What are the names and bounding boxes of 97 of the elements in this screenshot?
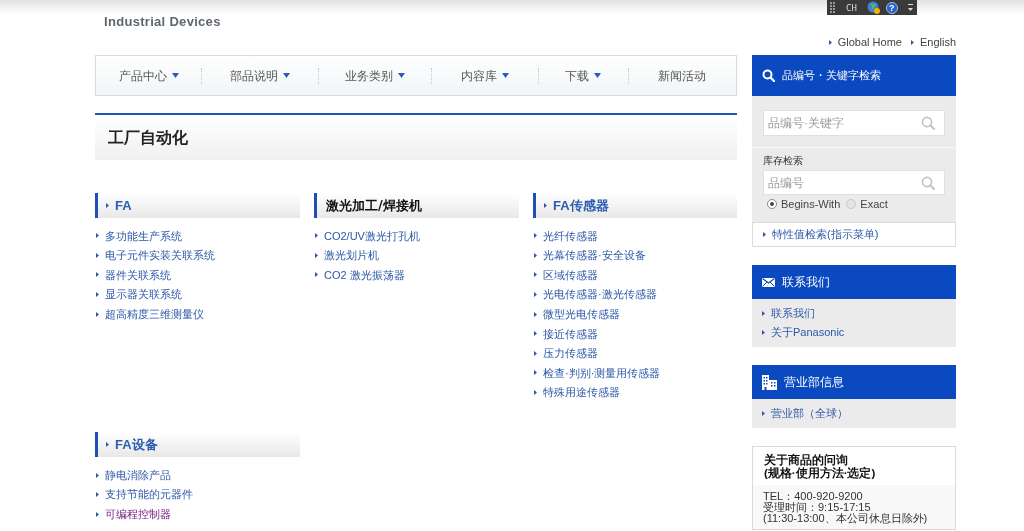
radio-label: Exact <box>860 196 888 212</box>
link[interactable]: 关于Panasonic <box>762 323 845 342</box>
triangle-bullet-icon <box>534 390 537 396</box>
triangle-bullet-icon <box>763 232 766 237</box>
radio-button[interactable] <box>767 199 777 209</box>
search-field[interactable]: 品编号·关键字 <box>763 110 945 136</box>
search-icon <box>762 69 775 82</box>
envelope-icon <box>762 277 775 287</box>
panel-title: 营业部信息 <box>784 374 844 391</box>
link[interactable]: 微型光电传感器 <box>534 304 620 324</box>
triangle-bullet-icon <box>910 39 914 45</box>
caret-icon <box>171 73 179 78</box>
inquiry-title: (规格·使用方法·选定) <box>764 467 876 480</box>
nav-menu-item[interactable]: 业务类别 <box>345 66 406 85</box>
link[interactable]: 静电消除产品 <box>96 465 171 485</box>
nav-menu-item[interactable]: 部品说明 <box>230 66 291 85</box>
triangle-bullet-icon <box>96 511 99 517</box>
link[interactable]: 光幕传感器·安全设备 <box>534 245 646 266</box>
search-icon <box>921 175 935 190</box>
triangle-bullet-icon <box>762 330 765 335</box>
globe-icon <box>866 1 880 14</box>
link[interactable]: 光电传感器·激光传感器 <box>534 284 657 305</box>
panel-title: 品编号・关键字检索 <box>782 67 881 83</box>
radio-label: Begins-With <box>781 196 841 212</box>
triangle-bullet-icon <box>315 233 318 239</box>
brand-name: Industrial Devices <box>104 14 221 29</box>
caret-icon <box>906 2 914 13</box>
triangle-bullet-icon <box>534 370 537 376</box>
link[interactable]: CO2 激光振荡器 <box>315 265 405 285</box>
triangle-bullet-icon <box>534 252 537 258</box>
link[interactable]: 光纤传感器 <box>534 226 598 246</box>
link[interactable]: 支持节能的元器件 <box>96 484 193 505</box>
link[interactable]: CO2/UV激光打孔机 <box>315 226 420 246</box>
nav-menu-item[interactable]: 产品中心 <box>118 66 179 85</box>
link[interactable]: 多功能生产系统 <box>96 226 182 246</box>
link[interactable]: 特性值检索(指示菜单) <box>763 226 879 243</box>
link[interactable]: 联系我们 <box>762 304 815 323</box>
link[interactable]: 超高精度三维测量仪 <box>96 304 204 324</box>
nav-menu-item[interactable]: 内容库 <box>460 66 509 85</box>
section-title[interactable]: FA传感器 <box>553 195 609 216</box>
triangle-bullet-icon <box>96 311 99 317</box>
triangle-bullet-icon <box>762 311 765 316</box>
triangle-bullet-icon <box>828 39 832 45</box>
contact-info: TEL：400-920-9200 <box>763 491 863 502</box>
link[interactable]: 营业部（全球） <box>762 404 848 423</box>
triangle-bullet-icon <box>96 292 99 298</box>
radio-button[interactable] <box>846 199 857 209</box>
triangle-bullet-icon <box>315 252 318 258</box>
triangle-bullet-icon <box>534 272 537 278</box>
link[interactable]: English <box>910 36 956 48</box>
contact-info: 受理时间：9:15-17:15 <box>763 502 871 513</box>
triangle-bullet-icon <box>96 492 99 498</box>
link[interactable]: 检查·判别·测量用传感器 <box>534 363 661 383</box>
section-title[interactable]: 激光加工/焊接机 <box>326 195 422 216</box>
nav-menu-item[interactable]: 下载 <box>565 66 602 85</box>
link[interactable]: 器件关联系统 <box>96 265 171 285</box>
triangle-bullet-icon <box>534 233 537 239</box>
triangle-bullet-icon <box>762 411 765 416</box>
field-label: 库存检索 <box>763 155 803 167</box>
triangle-bullet-icon <box>315 272 318 278</box>
link[interactable]: 电子元件实装关联系统 <box>96 245 215 266</box>
triangle-bullet-icon <box>96 272 99 278</box>
panel-title: 联系我们 <box>782 274 830 291</box>
building-icon <box>762 374 777 390</box>
link[interactable]: 可编程控制器 <box>96 504 171 525</box>
contact-info: (11:30-13:00、本公司休息日除外) <box>763 513 928 524</box>
search-field[interactable]: 品编号 <box>763 170 945 195</box>
triangle-bullet-icon <box>534 311 537 317</box>
page-title: 工厂自动化 <box>108 127 188 148</box>
triangle-bullet-icon <box>106 442 109 448</box>
nav-menu-item[interactable]: 新闻活动 <box>658 66 707 85</box>
link[interactable]: Global Home <box>828 36 902 48</box>
link[interactable]: 接近传感器 <box>534 323 598 344</box>
search-icon <box>921 116 935 130</box>
link[interactable]: 区域传感器 <box>534 265 598 285</box>
language-label[interactable]: CH <box>846 2 857 13</box>
caret-icon <box>283 73 291 78</box>
caret-icon <box>594 73 602 78</box>
caret-icon <box>501 73 509 78</box>
section-title[interactable]: FA <box>115 195 132 216</box>
triangle-bullet-icon <box>96 233 99 239</box>
triangle-bullet-icon <box>96 252 99 258</box>
triangle-bullet-icon <box>106 203 109 208</box>
caret-icon <box>398 73 406 78</box>
link[interactable]: 显示器关联系统 <box>96 284 182 305</box>
link[interactable]: 压力传感器 <box>534 343 598 364</box>
triangle-bullet-icon <box>534 292 537 298</box>
link[interactable]: 特殊用途传感器 <box>534 382 620 403</box>
triangle-bullet-icon <box>544 203 547 208</box>
triangle-bullet-icon <box>96 472 99 478</box>
inquiry-title: 关于商品的问询 <box>764 454 848 467</box>
triangle-bullet-icon <box>534 331 537 337</box>
link[interactable]: 激光划片机 <box>315 245 379 266</box>
section-title[interactable]: FA设备 <box>115 435 158 455</box>
grip-icon <box>830 2 835 13</box>
help-icon[interactable]: ? <box>885 1 898 14</box>
triangle-bullet-icon <box>534 350 537 356</box>
